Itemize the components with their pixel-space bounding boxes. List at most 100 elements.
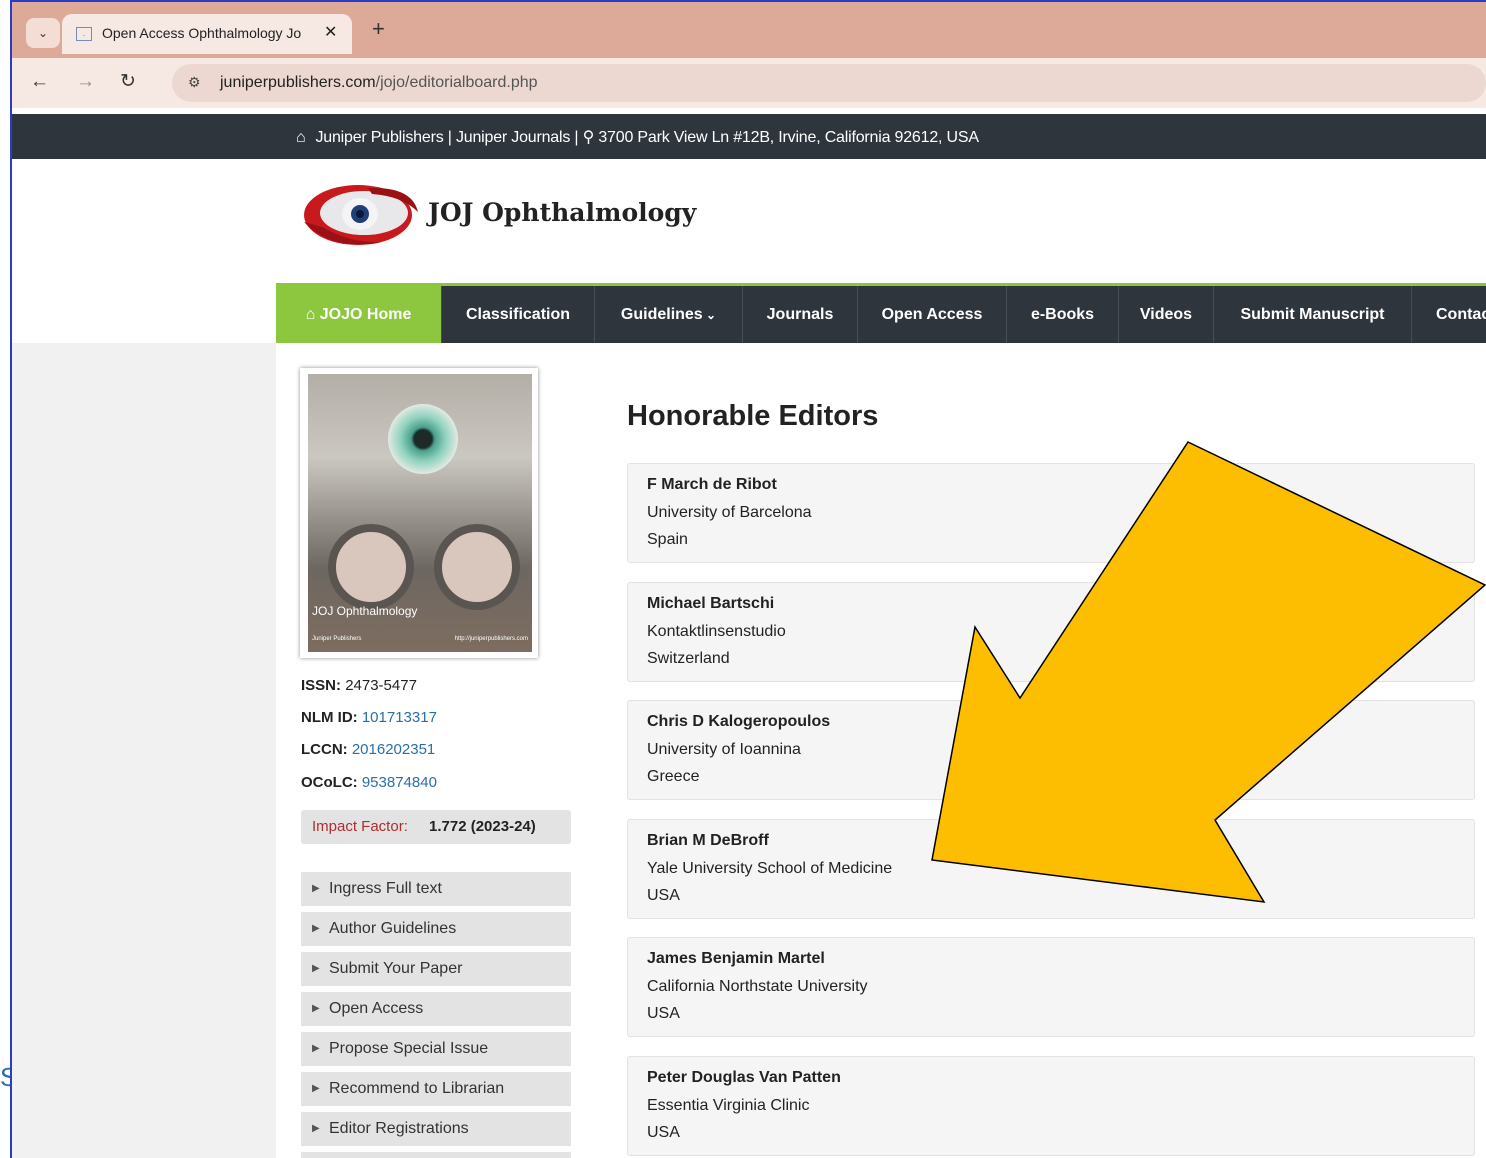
browser-tab-bar: ⌄ . Open Access Ophthalmology Jo ✕ + bbox=[12, 2, 1486, 58]
caret-right-icon: ▶ bbox=[312, 1003, 320, 1014]
sidebar-link-label: Recommend to Librarian bbox=[329, 1080, 505, 1097]
favicon-icon: . bbox=[76, 27, 92, 41]
editor-affiliation: Kontaktlinsenstudio bbox=[647, 623, 786, 640]
sidebar-link-propose-special-issue[interactable]: ▶ Propose Special Issue bbox=[301, 1032, 571, 1066]
journal-cover-image[interactable]: JOJ Ophthalmology Juniper Publishers http… bbox=[300, 368, 538, 658]
url-domain: juniperpublishers.com bbox=[220, 74, 376, 91]
nlm-line: NLM ID: 101713317 bbox=[301, 709, 437, 726]
sidebar-link-label: Editor Registrations bbox=[329, 1120, 469, 1137]
lccn-link[interactable]: 2016202351 bbox=[352, 741, 435, 758]
impact-factor-value: 1.772 (2023-24) bbox=[429, 818, 536, 835]
oclc-line: OCoLC: 953874840 bbox=[301, 774, 437, 791]
editor-affiliation: University of Barcelona bbox=[647, 504, 812, 521]
caret-right-icon: ▶ bbox=[312, 923, 320, 934]
caret-right-icon: ▶ bbox=[312, 883, 320, 894]
editor-country: Greece bbox=[647, 768, 700, 785]
issn-value: 2473-5477 bbox=[345, 677, 417, 694]
editor-country: USA bbox=[647, 887, 680, 904]
editor-name[interactable]: Chris D Kalogeropoulos bbox=[647, 713, 830, 731]
sidebar-link-open-access[interactable]: ▶ Open Access bbox=[301, 992, 571, 1026]
sidebar-link-partial[interactable] bbox=[301, 1152, 571, 1158]
address-text: 3700 Park View Ln #12B, Irvine, Californ… bbox=[598, 129, 979, 146]
lens-right-image bbox=[434, 524, 520, 610]
editor-country: Switzerland bbox=[647, 650, 730, 667]
nav-ebooks[interactable]: e-Books bbox=[1007, 286, 1119, 343]
sidebar-link-label: Submit Your Paper bbox=[329, 960, 463, 977]
forward-arrow-icon[interactable]: → bbox=[76, 72, 95, 92]
cover-footer: Juniper Publishers http://juniperpublishe… bbox=[312, 636, 528, 642]
caret-right-icon: ▶ bbox=[312, 1123, 320, 1134]
nav-guidelines[interactable]: Guidelines ⌄ bbox=[595, 286, 743, 343]
nav-videos[interactable]: Videos bbox=[1119, 286, 1214, 343]
new-tab-plus-icon[interactable]: + bbox=[372, 18, 385, 40]
nav-home-label: JOJO Home bbox=[319, 306, 412, 323]
sidebar-link-label: Ingress Full text bbox=[329, 880, 442, 897]
editor-affiliation: Yale University School of Medicine bbox=[647, 860, 893, 877]
impact-factor-box[interactable]: Impact Factor: 1.772 (2023-24) bbox=[301, 810, 571, 844]
editor-affiliation: California Northstate University bbox=[647, 978, 868, 995]
nav-open-access[interactable]: Open Access bbox=[858, 286, 1007, 343]
site-info-icon[interactable]: ⚙ bbox=[188, 74, 201, 91]
url-text: juniperpublishers.com/jojo/editorialboar… bbox=[220, 74, 538, 92]
issn-label: ISSN: bbox=[301, 677, 342, 694]
tab-title: Open Access Ophthalmology Jo bbox=[102, 25, 302, 41]
cover-publisher: Juniper Publishers bbox=[312, 636, 362, 642]
sidebar-link-recommend-librarian[interactable]: ▶ Recommend to Librarian bbox=[301, 1072, 571, 1106]
lens-left-image bbox=[328, 524, 414, 610]
reload-icon[interactable]: ↻ bbox=[120, 72, 136, 92]
nav-contact[interactable]: Contac bbox=[1412, 286, 1486, 343]
editor-affiliation: Essentia Virginia Clinic bbox=[647, 1097, 810, 1114]
lccn-line: LCCN: 2016202351 bbox=[301, 741, 435, 758]
editor-name[interactable]: Michael Bartschi bbox=[647, 595, 774, 613]
nav-home[interactable]: ⌂ JOJO Home bbox=[276, 286, 442, 343]
sidebar-link-editor-registrations[interactable]: ▶ Editor Registrations bbox=[301, 1112, 571, 1146]
editor-country: USA bbox=[647, 1005, 680, 1022]
sidebar-link-ingress-full-text[interactable]: ▶ Ingress Full text bbox=[301, 872, 571, 906]
editor-card: James Benjamin Martel California Northst… bbox=[627, 937, 1475, 1037]
journal-title[interactable]: JOJ Ophthalmology bbox=[428, 198, 696, 227]
eye-image bbox=[388, 404, 458, 474]
chevron-down-icon: ⌄ bbox=[37, 26, 49, 40]
browser-tab[interactable]: . Open Access Ophthalmology Jo ✕ bbox=[62, 14, 352, 54]
chevron-down-icon: ⌄ bbox=[702, 308, 717, 322]
impact-factor-label: Impact Factor: bbox=[312, 818, 408, 835]
editor-card: Peter Douglas Van Patten Essentia Virgin… bbox=[627, 1056, 1475, 1156]
editor-name[interactable]: Peter Douglas Van Patten bbox=[647, 1069, 841, 1087]
journal-logo-icon[interactable] bbox=[302, 182, 420, 252]
caret-right-icon: ▶ bbox=[312, 1043, 320, 1054]
nlm-link[interactable]: 101713317 bbox=[362, 709, 437, 726]
close-icon[interactable]: ✕ bbox=[324, 22, 337, 42]
nav-classification[interactable]: Classification bbox=[442, 286, 595, 343]
home-icon[interactable]: ⌂ bbox=[296, 129, 306, 146]
lccn-label: LCCN: bbox=[301, 741, 348, 758]
publisher-links[interactable]: Juniper Publishers | Juniper Journals | bbox=[315, 129, 582, 146]
nav-journals[interactable]: Journals bbox=[743, 286, 858, 343]
back-arrow-icon[interactable]: ← bbox=[30, 72, 49, 92]
tab-search-button[interactable]: ⌄ bbox=[26, 18, 60, 48]
sidebar-link-label: Author Guidelines bbox=[329, 920, 457, 937]
sidebar-link-submit-paper[interactable]: ▶ Submit Your Paper bbox=[301, 952, 571, 986]
nav-submit-manuscript[interactable]: Submit Manuscript bbox=[1214, 286, 1412, 343]
browser-toolbar: ← → ↻ ⚙ juniperpublishers.com/jojo/edito… bbox=[12, 58, 1486, 108]
oclc-label: OCoLC: bbox=[301, 774, 358, 791]
home-icon: ⌂ bbox=[305, 306, 320, 323]
editor-affiliation: University of Ioannina bbox=[647, 741, 801, 758]
top-border bbox=[10, 0, 1486, 2]
screenshot-frame: ⌄ . Open Access Ophthalmology Jo ✕ + ← →… bbox=[0, 0, 1486, 1158]
site-top-strip: ⌂ Juniper Publishers | Juniper Journals |… bbox=[12, 114, 1486, 159]
nlm-label: NLM ID: bbox=[301, 709, 358, 726]
editor-name[interactable]: James Benjamin Martel bbox=[647, 950, 825, 968]
caret-right-icon: ▶ bbox=[312, 963, 320, 974]
editor-country: USA bbox=[647, 1124, 680, 1141]
oclc-link[interactable]: 953874840 bbox=[362, 774, 437, 791]
left-border bbox=[10, 0, 12, 1158]
editor-country: Spain bbox=[647, 531, 688, 548]
address-bar[interactable]: ⚙ juniperpublishers.com/jojo/editorialbo… bbox=[172, 64, 1486, 102]
editor-name[interactable]: F March de Ribot bbox=[647, 476, 777, 494]
page-title: Honorable Editors bbox=[627, 400, 879, 432]
caret-right-icon: ▶ bbox=[312, 1083, 320, 1094]
editor-name[interactable]: Brian M DeBroff bbox=[647, 832, 769, 850]
contact-line: ⌂ Juniper Publishers | Juniper Journals |… bbox=[296, 127, 979, 147]
sidebar-link-author-guidelines[interactable]: ▶ Author Guidelines bbox=[301, 912, 571, 946]
annotation-arrow-icon bbox=[931, 441, 1486, 903]
